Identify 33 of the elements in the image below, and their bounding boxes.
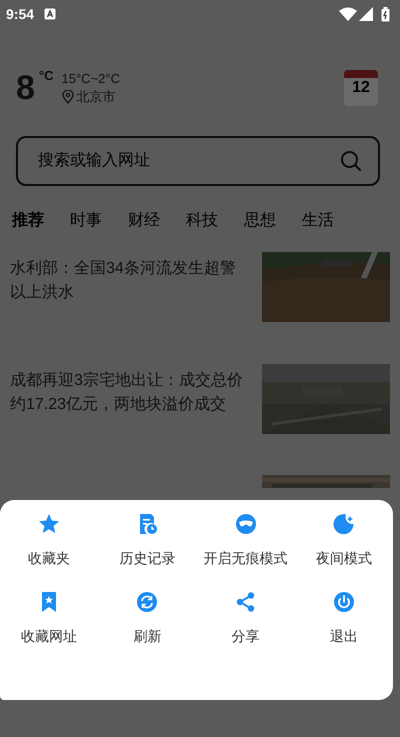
notification-icon <box>44 8 56 20</box>
temperature-unit: °C <box>38 68 54 83</box>
menu-item[interactable]: 退出 <box>294 590 393 668</box>
temperature-range: 15°C~2°C <box>62 70 120 86</box>
search-field[interactable]: 搜索或输入网址 <box>16 136 380 186</box>
signal-icon <box>359 7 373 21</box>
city-name: 北京市 <box>76 88 116 106</box>
menu-item[interactable]: 夜间模式 <box>294 512 393 590</box>
menu-item[interactable]: 分享 <box>196 590 295 668</box>
menu-item[interactable]: 收藏夹 <box>0 512 98 590</box>
power-icon <box>332 590 356 614</box>
battery-icon <box>381 6 390 22</box>
mask-icon <box>234 512 258 536</box>
status-time: 9:54 <box>6 6 34 22</box>
menu-item[interactable]: 开启无痕模式 <box>196 512 295 590</box>
category-tab[interactable]: 财经 <box>128 210 160 231</box>
menu-item[interactable]: 收藏网址 <box>0 590 98 668</box>
wifi-icon <box>339 7 357 21</box>
category-tab[interactable]: 生活 <box>302 210 334 231</box>
menu-item[interactable]: 历史记录 <box>98 512 196 590</box>
news-headline[interactable]: 水利部：全国34条河流发生超警以上洪水 <box>10 256 262 304</box>
category-tab[interactable]: 时事 <box>70 210 102 231</box>
refresh-icon <box>135 590 160 614</box>
category-tab[interactable]: 推荐 <box>12 210 44 231</box>
search-icon[interactable] <box>340 150 362 172</box>
menu-item[interactable]: 刷新 <box>98 590 196 668</box>
location-pin-icon <box>62 90 74 104</box>
news-headline[interactable]: 成都再迎3宗宅地出让：成交总价约17.23亿元，两地块溢价成交 <box>10 368 262 416</box>
calendar-icon[interactable]: 12 <box>344 70 378 106</box>
category-tab[interactable]: 思想 <box>244 210 276 231</box>
category-tab[interactable]: 科技 <box>186 210 218 231</box>
moon-icon <box>332 512 356 536</box>
temperature: 8 <box>16 71 35 105</box>
